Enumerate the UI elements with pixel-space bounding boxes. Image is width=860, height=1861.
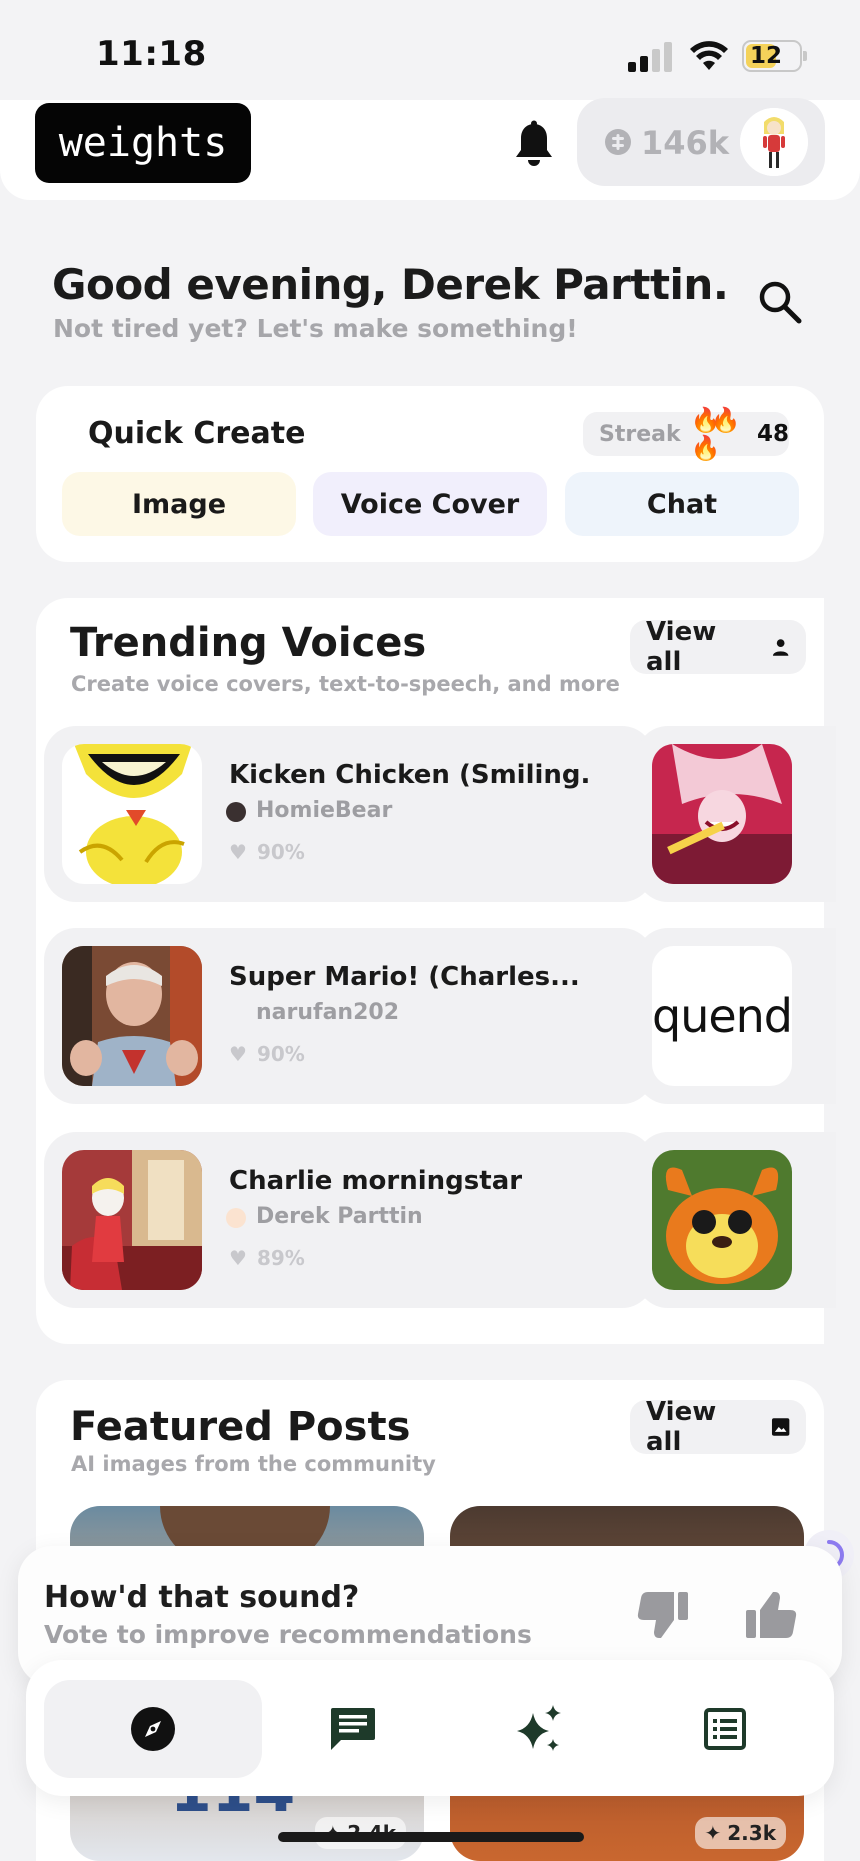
credits-amount: 146k bbox=[641, 124, 730, 162]
app-logo[interactable]: weights bbox=[35, 103, 251, 183]
tab-library[interactable] bbox=[616, 1680, 834, 1778]
streak-badge: Streak 🔥🔥🔥 48 bbox=[583, 406, 789, 462]
voice-name: Super Mario! (Charles... bbox=[229, 962, 580, 992]
home-indicator bbox=[278, 1832, 584, 1842]
battery-level: 12 bbox=[749, 43, 782, 69]
image-icon bbox=[771, 1418, 790, 1436]
voice-rating: ♥ 90% bbox=[229, 1042, 305, 1066]
post-like-count-value: 2.3k bbox=[727, 1821, 776, 1845]
voice-author: Derek Parttin bbox=[256, 1204, 423, 1229]
thumbs-up-icon[interactable] bbox=[744, 1590, 798, 1640]
post-like-count: ✦ 2.3k bbox=[694, 1817, 786, 1849]
feedback-subtitle: Vote to improve recommendations bbox=[44, 1620, 532, 1649]
fire-icon: 🔥🔥🔥 bbox=[690, 406, 741, 462]
featured-posts-title: Featured Posts bbox=[70, 1404, 411, 1450]
streak-count: 48 bbox=[756, 421, 789, 447]
author-avatar bbox=[226, 1208, 246, 1228]
list-icon bbox=[704, 1708, 746, 1750]
notifications-bell-icon[interactable] bbox=[512, 120, 556, 170]
voice-thumbnail bbox=[652, 1150, 792, 1290]
trending-voices-title: Trending Voices bbox=[70, 620, 427, 666]
voice-thumbnail bbox=[62, 1150, 202, 1290]
featured-posts-subtitle: AI images from the community bbox=[71, 1452, 436, 1476]
voice-name: Kicken Chicken (Smiling... bbox=[229, 760, 589, 790]
sparkle-icon bbox=[517, 1705, 561, 1751]
chat-icon bbox=[331, 1708, 375, 1750]
quick-create-chat-button[interactable]: Chat bbox=[565, 472, 799, 536]
person-icon bbox=[772, 639, 789, 656]
voice-author: narufan202 bbox=[256, 1000, 400, 1025]
sparkle-icon: ✦ bbox=[704, 1821, 722, 1845]
greeting-subtitle: Not tired yet? Let's make something! bbox=[53, 314, 578, 343]
quick-create-image-button[interactable]: Image bbox=[62, 472, 296, 536]
heart-icon: ♥ bbox=[229, 1042, 247, 1066]
voice-rating-value: 90% bbox=[256, 1042, 305, 1066]
view-all-label: View all bbox=[646, 1397, 717, 1457]
view-all-label: View all bbox=[646, 617, 717, 677]
compass-icon bbox=[131, 1707, 175, 1751]
peek-logo-text: quend bbox=[652, 989, 792, 1043]
voice-thumbnail bbox=[62, 946, 202, 1086]
quick-create-voice-cover-button[interactable]: Voice Cover bbox=[313, 472, 547, 536]
voice-author: HomieBear bbox=[256, 798, 393, 823]
profile-avatar[interactable] bbox=[740, 108, 808, 176]
search-icon[interactable] bbox=[756, 278, 804, 326]
tab-explore[interactable] bbox=[44, 1680, 262, 1778]
voice-thumbnail bbox=[62, 744, 202, 884]
battery-indicator: 12 bbox=[742, 40, 807, 72]
voice-thumbnail bbox=[652, 744, 792, 884]
voice-rating-value: 89% bbox=[256, 1246, 305, 1270]
heart-icon: ♥ bbox=[229, 840, 247, 864]
credits-coin-icon bbox=[605, 129, 631, 155]
thumbs-down-icon[interactable] bbox=[636, 1590, 690, 1640]
streak-label: Streak bbox=[599, 421, 681, 447]
status-time: 11:18 bbox=[96, 34, 207, 74]
feedback-title: How'd that sound? bbox=[44, 1580, 360, 1615]
trending-view-all-button[interactable]: View all bbox=[630, 617, 806, 677]
greeting-title: Good evening, Derek Parttin. bbox=[52, 260, 729, 309]
voice-rating: ♥ 90% bbox=[229, 840, 305, 864]
voice-thumbnail: quend bbox=[652, 946, 792, 1086]
cellular-signal-icon bbox=[628, 42, 672, 72]
wifi-icon bbox=[690, 41, 728, 70]
author-avatar bbox=[226, 802, 246, 822]
voice-rating: ♥ 89% bbox=[229, 1246, 305, 1270]
heart-icon: ♥ bbox=[229, 1246, 247, 1270]
voice-name: Charlie morningstar bbox=[229, 1166, 523, 1196]
quick-create-title: Quick Create bbox=[88, 416, 306, 451]
featured-view-all-button[interactable]: View all bbox=[630, 1397, 806, 1457]
trending-voices-subtitle: Create voice covers, text-to-speech, and… bbox=[71, 672, 620, 696]
voice-rating-value: 90% bbox=[256, 840, 305, 864]
